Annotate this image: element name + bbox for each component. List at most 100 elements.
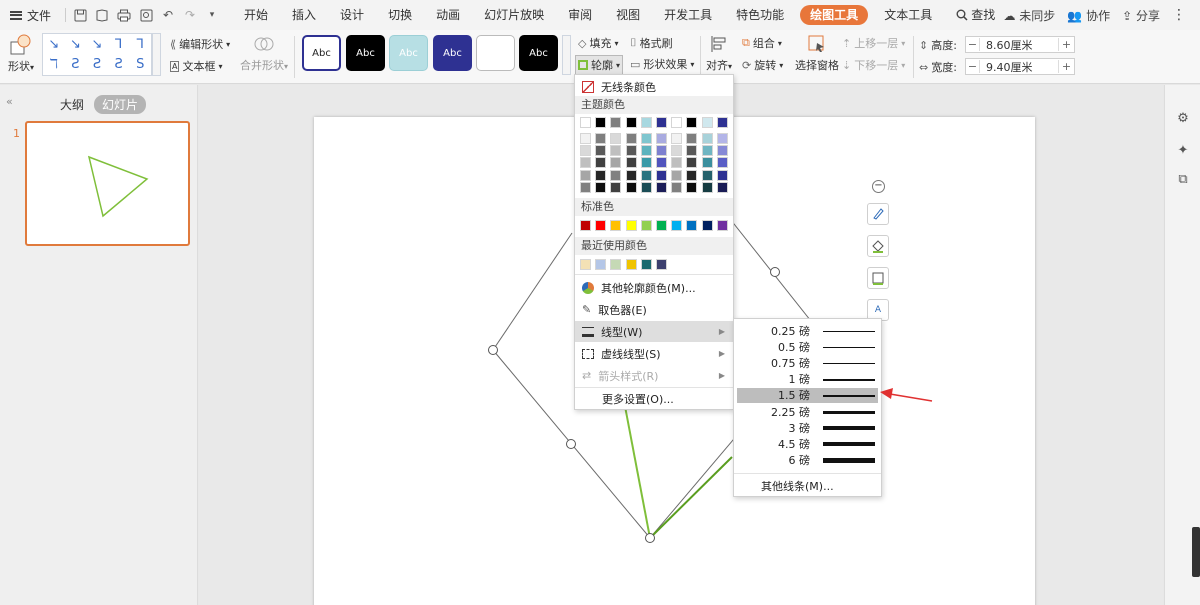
color-swatch[interactable]: [686, 181, 698, 193]
line-weight-option[interactable]: 3 磅: [737, 421, 878, 436]
fill-button[interactable]: ◇ 填充 ▾: [578, 35, 618, 51]
tab-developer[interactable]: 开发工具: [652, 0, 724, 30]
shape-style-swatch[interactable]: Abc: [519, 35, 558, 71]
shape-button[interactable]: 形状▾: [8, 34, 34, 74]
color-swatch[interactable]: [701, 117, 713, 128]
color-swatch[interactable]: [671, 220, 683, 231]
line-shape-icon[interactable]: ↘: [92, 37, 103, 52]
color-swatch[interactable]: [595, 117, 607, 128]
tab-view[interactable]: 视图: [604, 0, 652, 30]
color-swatch[interactable]: [716, 181, 728, 193]
color-swatch[interactable]: [686, 145, 698, 157]
increment-icon[interactable]: +: [1058, 60, 1074, 73]
more-options-icon[interactable]: ⋮: [1172, 7, 1186, 23]
tab-insert[interactable]: 插入: [280, 0, 328, 30]
color-swatch[interactable]: [640, 169, 652, 181]
color-swatch[interactable]: [595, 145, 607, 157]
color-swatch[interactable]: [686, 220, 698, 231]
color-swatch[interactable]: [625, 181, 637, 193]
eyedropper-option[interactable]: ✎ 取色器(E): [575, 299, 733, 320]
color-swatch[interactable]: [580, 117, 591, 128]
color-swatch[interactable]: [610, 157, 622, 169]
color-swatch[interactable]: [610, 169, 622, 181]
line-type-option[interactable]: 线型(W) ▶: [575, 321, 733, 342]
color-swatch[interactable]: [701, 169, 713, 181]
color-swatch[interactable]: [610, 220, 622, 231]
line-weight-option[interactable]: 0.5 磅: [737, 340, 878, 355]
search-button[interactable]: 查找: [944, 0, 1007, 30]
color-swatch[interactable]: [716, 220, 728, 231]
line-weight-option[interactable]: 6 磅: [737, 453, 878, 468]
tab-slideshow[interactable]: 幻灯片放映: [472, 0, 556, 30]
color-swatch[interactable]: [716, 157, 728, 169]
line-shape-icon[interactable]: ↘: [70, 37, 81, 52]
color-swatch[interactable]: [580, 259, 591, 270]
color-swatch[interactable]: [625, 220, 637, 231]
color-swatch[interactable]: [580, 169, 591, 181]
color-swatch[interactable]: [701, 157, 713, 169]
curved-connector-icon[interactable]: Ƨ: [93, 57, 101, 72]
line-weight-option[interactable]: 1.5 磅: [737, 388, 878, 404]
shape-style-swatch[interactable]: [476, 35, 515, 71]
tab-features[interactable]: 特色功能: [724, 0, 796, 30]
curved-connector-icon[interactable]: Ƨ: [114, 57, 122, 72]
color-swatch[interactable]: [640, 157, 652, 169]
color-swatch[interactable]: [595, 259, 607, 270]
group-button[interactable]: ⧉ 组合 ▾: [742, 35, 782, 51]
color-swatch[interactable]: [671, 169, 683, 181]
tab-text-tools[interactable]: 文本工具: [872, 0, 944, 30]
color-swatch[interactable]: [625, 259, 637, 270]
color-swatch[interactable]: [656, 145, 667, 157]
color-swatch[interactable]: [686, 133, 698, 144]
color-swatch[interactable]: [656, 117, 667, 128]
color-swatch[interactable]: [716, 117, 728, 128]
copy-format-icon[interactable]: ⧉: [1175, 172, 1191, 188]
collaborate-button[interactable]: 👥 协作: [1067, 7, 1110, 24]
line-weight-option[interactable]: 1 磅: [737, 372, 878, 387]
line-weight-option[interactable]: 0.75 磅: [737, 356, 878, 371]
shape-effect-button[interactable]: ▭ 形状效果 ▾: [630, 56, 694, 72]
color-swatch[interactable]: [716, 145, 728, 157]
shape-fill-icon[interactable]: [867, 235, 889, 257]
gallery-scroll[interactable]: [152, 33, 161, 76]
color-swatch[interactable]: [625, 157, 637, 169]
color-swatch[interactable]: [610, 259, 622, 270]
print-icon[interactable]: [116, 7, 132, 23]
outline-button[interactable]: 轮廓 ▾: [575, 55, 624, 75]
style-gallery-scroll[interactable]: [562, 35, 571, 75]
color-swatch[interactable]: [686, 169, 698, 181]
color-swatch[interactable]: [640, 117, 652, 128]
line-shape-icon[interactable]: ↘: [48, 37, 59, 52]
redo-icon[interactable]: ↷: [182, 7, 198, 23]
tab-animation[interactable]: 动画: [424, 0, 472, 30]
color-swatch[interactable]: [580, 181, 591, 193]
color-swatch[interactable]: [625, 133, 637, 144]
textbox-button[interactable]: A 文本框 ▾: [170, 58, 223, 74]
color-swatch[interactable]: [580, 145, 591, 157]
zoom-slider[interactable]: [1192, 527, 1200, 577]
color-swatch[interactable]: [671, 181, 683, 193]
increment-icon[interactable]: +: [1058, 38, 1074, 51]
customize-toolbar-icon[interactable]: ▾: [204, 7, 220, 23]
shape-style-icon[interactable]: [867, 203, 889, 225]
tab-home[interactable]: 开始: [232, 0, 280, 30]
color-swatch[interactable]: [595, 181, 607, 193]
more-outline-colors-option[interactable]: 其他轮廓颜色(M)...: [575, 277, 733, 298]
tab-transitions[interactable]: 切换: [376, 0, 424, 30]
color-swatch[interactable]: [716, 133, 728, 144]
decrement-icon[interactable]: −: [966, 60, 980, 73]
line-weight-option[interactable]: 2.25 磅: [737, 405, 878, 420]
tab-design[interactable]: 设计: [328, 0, 376, 30]
selection-pane-button[interactable]: 选择窗格: [795, 34, 839, 73]
tab-drawing-tools[interactable]: 绘图工具: [800, 5, 869, 25]
color-swatch[interactable]: [610, 117, 622, 128]
color-swatch[interactable]: [701, 220, 713, 231]
bring-forward-button[interactable]: ⇡ 上移一层 ▾: [842, 35, 905, 51]
shape-style-swatch[interactable]: Abc: [346, 35, 385, 71]
file-menu[interactable]: 文件: [0, 0, 59, 30]
color-swatch[interactable]: [610, 133, 622, 144]
color-swatch[interactable]: [656, 169, 667, 181]
color-swatch[interactable]: [595, 157, 607, 169]
tab-slides[interactable]: 幻灯片: [94, 95, 147, 114]
animation-icon[interactable]: ✦: [1175, 143, 1191, 159]
